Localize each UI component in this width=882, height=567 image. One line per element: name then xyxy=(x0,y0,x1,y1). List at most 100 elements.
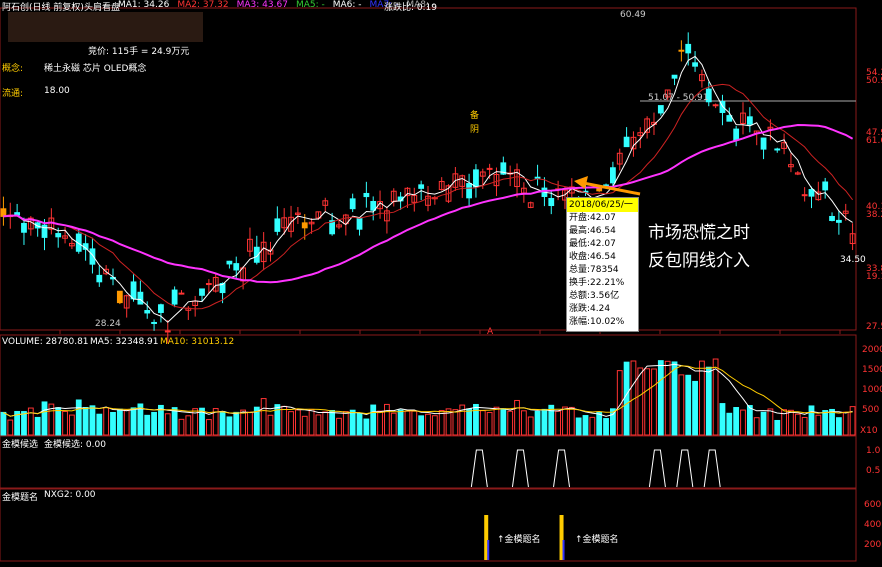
candle-body xyxy=(829,215,835,221)
axis-label: 38.2 xyxy=(866,210,882,220)
volume-bar xyxy=(514,399,520,436)
candle-body xyxy=(466,183,472,199)
candle-body xyxy=(171,289,178,305)
volume-bar xyxy=(719,403,726,436)
signal-pulse xyxy=(648,449,666,488)
volume-bar xyxy=(363,418,370,436)
candle-body xyxy=(144,310,151,314)
volume-bar xyxy=(247,411,253,436)
candle-body xyxy=(534,176,541,179)
volume-bar xyxy=(75,399,82,436)
volume-bar xyxy=(582,415,589,436)
volume-bar xyxy=(603,418,609,436)
volume-bar xyxy=(144,414,151,436)
price-tag: 34.50 xyxy=(840,255,866,265)
volume-bar xyxy=(657,360,664,436)
volume-bar xyxy=(384,403,390,436)
volume-bar xyxy=(34,416,41,436)
volume-bar xyxy=(69,414,75,436)
chart-stage[interactable] xyxy=(0,0,882,567)
volume-bar xyxy=(644,368,651,436)
kline-svg[interactable] xyxy=(0,0,882,564)
volume-bar xyxy=(527,416,534,436)
float-label: 流通: xyxy=(2,89,24,99)
volume-bar xyxy=(568,406,575,436)
tooltip-date: 2018/06/25/一 xyxy=(567,198,638,212)
ma-legend-item: MA5: - xyxy=(295,0,325,10)
volume-bar xyxy=(623,361,630,436)
volume-bar xyxy=(370,404,377,436)
volume-bar xyxy=(541,408,548,436)
gold-panel-frame xyxy=(0,488,857,562)
axis-label: 19.1 xyxy=(866,272,882,282)
volume-bar xyxy=(89,405,96,436)
candle-body xyxy=(116,290,123,304)
volume-bar xyxy=(589,416,596,436)
candle-body xyxy=(746,116,753,125)
volume-bar xyxy=(322,411,329,436)
volume-bar xyxy=(164,413,171,436)
volume-bar xyxy=(336,417,342,436)
volume-bar xyxy=(226,416,233,436)
candle-body xyxy=(733,128,740,141)
volume-bar xyxy=(130,407,137,436)
ma-legend-item: MA1: 34.26 xyxy=(118,0,170,10)
candle-body xyxy=(671,74,678,79)
gold-bar-base xyxy=(487,540,490,560)
candle-body xyxy=(835,219,842,223)
volume-bar xyxy=(671,361,678,436)
volume-bar xyxy=(473,403,479,436)
volume-bar xyxy=(178,418,185,436)
volume-bar xyxy=(479,410,486,436)
volume-bar xyxy=(500,408,507,436)
candle-body xyxy=(801,194,808,197)
volume-bar xyxy=(240,409,247,436)
candle-body xyxy=(205,283,212,286)
candle-body xyxy=(226,260,233,265)
volume-bar xyxy=(62,410,68,436)
candle-body xyxy=(822,181,829,191)
axis-label: 50.9 xyxy=(866,76,882,86)
candle-body xyxy=(349,198,356,210)
low-label: 28.24 xyxy=(95,319,121,329)
volume-bar xyxy=(41,401,48,436)
candle-body xyxy=(199,288,205,296)
volume-bar xyxy=(740,409,746,436)
volume-bar xyxy=(425,413,431,436)
volume-bar xyxy=(82,406,89,436)
volume-bar xyxy=(116,408,123,436)
candle-body xyxy=(21,222,27,233)
panel2-axis: 1.0 xyxy=(866,446,881,456)
candle-body xyxy=(760,137,767,150)
candle-body xyxy=(130,281,137,300)
volume-bar xyxy=(431,415,438,436)
concept-label: 概念: xyxy=(2,64,24,74)
volume-bar xyxy=(123,409,130,436)
candle-body xyxy=(685,43,692,54)
volume-bar xyxy=(96,413,103,436)
volume-bar xyxy=(27,407,34,436)
volume-bar xyxy=(534,410,541,436)
candle-body xyxy=(164,330,171,333)
gold-tag: ↑金模题名 xyxy=(497,535,541,545)
volume-bar xyxy=(692,380,698,436)
candle-body xyxy=(808,189,815,197)
volume-bar xyxy=(55,407,62,436)
volume-bar xyxy=(842,411,849,436)
panel3-axis: 600 xyxy=(864,500,882,510)
volume-bar xyxy=(315,414,322,436)
ma-legend-item: MA3: 43.67 xyxy=(236,0,288,10)
volume-bar xyxy=(767,408,774,436)
volume-bar xyxy=(281,405,288,436)
tooltip-row: 换手:22.21% xyxy=(569,278,625,288)
panel2-value: 金模候选: 0.00 xyxy=(44,440,106,450)
range-label: 51.07 - 50.91 xyxy=(648,93,709,103)
panel3-axis: 200 xyxy=(864,540,882,550)
volume-bar xyxy=(185,415,192,436)
signal-pulse xyxy=(511,449,529,488)
volume-bar xyxy=(404,410,411,436)
volume-bar xyxy=(726,412,733,436)
volume-bar xyxy=(575,417,582,436)
volume-bar xyxy=(171,407,178,436)
volume-bar xyxy=(651,368,657,436)
